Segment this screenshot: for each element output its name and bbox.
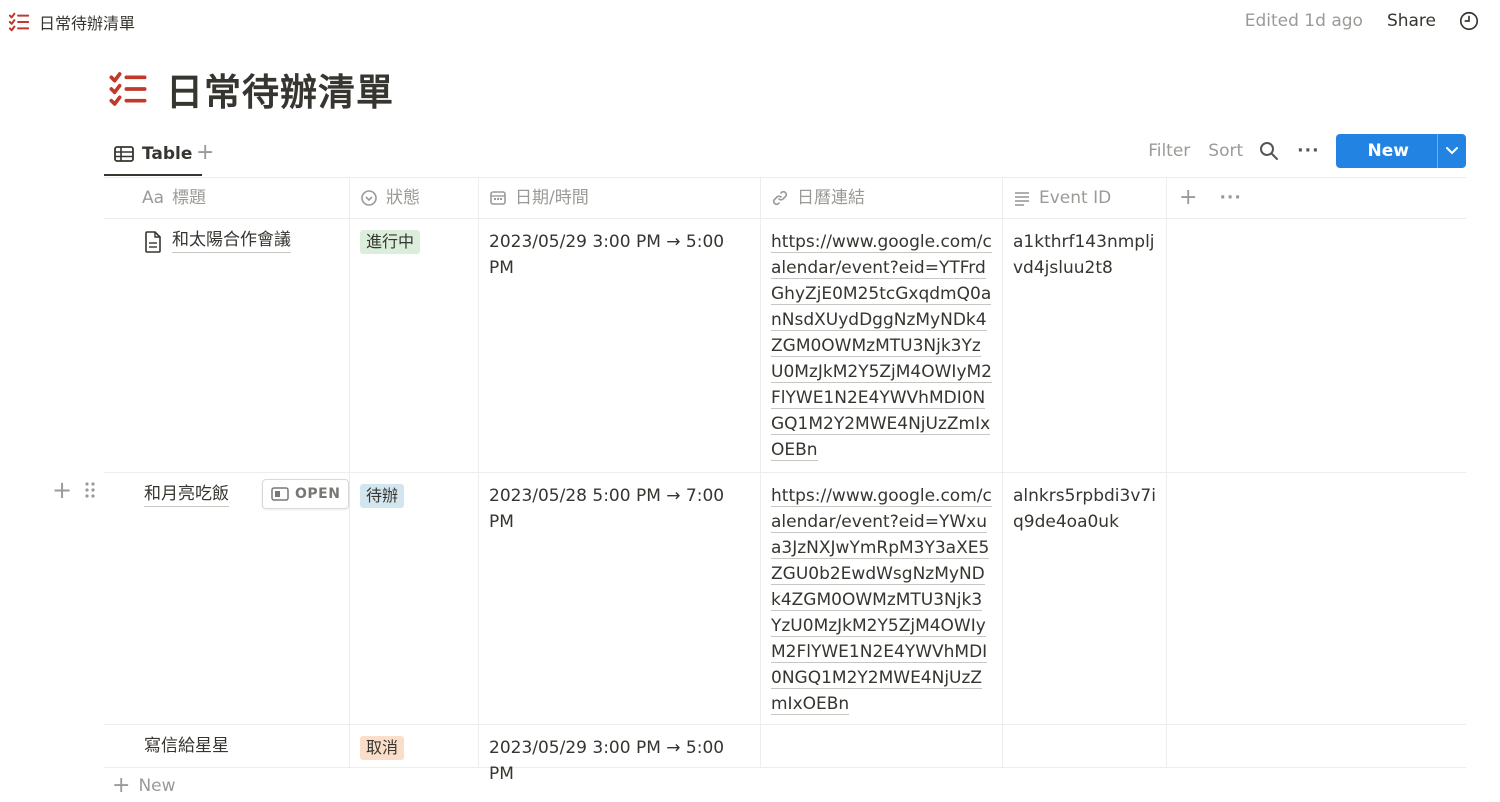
page-title[interactable]: 日常待辦清單	[166, 62, 394, 116]
empty-cell	[1167, 725, 1466, 767]
status-badge: 進行中	[360, 230, 421, 254]
breadcrumb[interactable]: 日常待辦清單	[8, 10, 135, 34]
column-header-label: 日曆連結	[797, 188, 865, 208]
column-header-event-id[interactable]: Event ID	[1003, 178, 1167, 218]
drag-handle-icon[interactable]	[84, 480, 96, 500]
breadcrumb-label: 日常待辦清單	[39, 14, 136, 33]
table-icon	[114, 146, 134, 162]
status-cell[interactable]: 待辦	[350, 473, 479, 724]
title-cell[interactable]: 和月亮吃飯 OPEN	[104, 473, 350, 724]
table-row[interactable]: 和月亮吃飯 OPEN 待辦 2023/05/28 5:00 PM → 7:00 …	[104, 473, 1466, 725]
checklist-icon[interactable]	[108, 69, 148, 109]
add-view-button[interactable]: +	[196, 140, 214, 165]
open-button-label: OPEN	[295, 486, 341, 502]
status-icon	[360, 189, 378, 207]
column-header-label: 狀態	[386, 188, 420, 208]
status-cell[interactable]: 進行中	[350, 219, 479, 472]
column-header-title[interactable]: Aa 標題	[104, 178, 350, 218]
column-header-actions: + ···	[1167, 178, 1466, 218]
chevron-down-icon	[1446, 147, 1458, 155]
text-icon: Aa	[142, 188, 165, 208]
new-row-label: New	[138, 775, 176, 796]
datetime-cell[interactable]: 2023/05/29 3:00 PM → 5:00 PM	[479, 725, 761, 784]
add-column-button[interactable]: +	[1179, 185, 1197, 211]
row-title[interactable]: 和太陽合作會議	[172, 229, 291, 253]
column-header-calendar-link[interactable]: 日曆連結	[761, 178, 1003, 218]
column-header-label: 標題	[172, 188, 207, 208]
event-id-cell[interactable]: alnkrs5rpbdi3v7iq9de4oa0uk	[1003, 473, 1167, 724]
title-cell[interactable]: 寫信給星星	[104, 725, 350, 767]
view-bar: Table + Filter Sort ··· New	[104, 134, 1466, 176]
tab-table-label: Table	[142, 144, 193, 164]
table-row[interactable]: 和太陽合作會議 進行中 2023/05/29 3:00 PM → 5:00 PM…	[104, 219, 1466, 473]
new-dropdown-button[interactable]	[1437, 134, 1466, 168]
view-actions: Filter Sort ··· New	[1148, 134, 1466, 168]
add-row-icon[interactable]: +	[52, 478, 72, 502]
title-cell[interactable]: 和太陽合作會議	[104, 219, 350, 472]
row-gutter: +	[52, 478, 96, 502]
tab-table[interactable]: Table	[104, 134, 203, 176]
sort-button[interactable]: Sort	[1208, 141, 1243, 161]
calendar-link-cell[interactable]	[761, 725, 1003, 767]
page-header: 日常待辦清單	[108, 62, 394, 116]
more-options-button[interactable]: ···	[1297, 141, 1319, 161]
empty-cell	[1167, 473, 1466, 724]
table-header-row: Aa 標題 狀態 日期/時間 日曆連結 Event ID + ···	[104, 177, 1466, 219]
top-bar: 日常待辦清單 Edited 1d ago Share	[0, 0, 1500, 44]
side-peek-icon	[271, 487, 289, 501]
event-id-cell[interactable]: a1kthrf143nmpljvd4jsluu2t8	[1003, 219, 1167, 472]
lines-icon	[1013, 189, 1031, 207]
new-button[interactable]: New	[1335, 134, 1466, 168]
history-clock-icon[interactable]	[1458, 10, 1480, 32]
column-header-label: 日期/時間	[515, 188, 589, 208]
open-page-button[interactable]: OPEN	[262, 479, 350, 509]
column-header-label: Event ID	[1039, 188, 1112, 208]
row-title[interactable]: 寫信給星星	[144, 735, 229, 757]
filter-button[interactable]: Filter	[1148, 141, 1190, 161]
edited-timestamp: Edited 1d ago	[1244, 11, 1363, 31]
add-new-row-button[interactable]: + New	[112, 773, 176, 798]
status-badge: 取消	[360, 736, 405, 760]
column-more-button[interactable]: ···	[1219, 185, 1241, 211]
column-header-datetime[interactable]: 日期/時間	[479, 178, 761, 218]
calendar-link-cell[interactable]: https://www.google.com/calendar/event?ei…	[761, 219, 1003, 472]
status-cell[interactable]: 取消	[350, 725, 479, 767]
search-icon[interactable]	[1259, 141, 1279, 161]
datetime-cell[interactable]: 2023/05/28 5:00 PM → 7:00 PM	[479, 473, 761, 724]
page-icon	[145, 231, 161, 253]
column-header-status[interactable]: 狀態	[350, 178, 479, 218]
empty-cell	[1167, 219, 1466, 472]
calendar-link[interactable]: https://www.google.com/calendar/event?ei…	[771, 486, 992, 715]
plus-icon: +	[112, 773, 131, 798]
calendar-icon	[489, 189, 507, 207]
checklist-icon	[8, 12, 30, 32]
calendar-link[interactable]: https://www.google.com/calendar/event?ei…	[771, 232, 992, 461]
link-icon	[771, 189, 789, 207]
status-badge: 待辦	[360, 484, 405, 508]
row-title[interactable]: 和月亮吃飯	[144, 483, 229, 507]
table-row[interactable]: 寫信給星星 取消 2023/05/29 3:00 PM → 5:00 PM	[104, 725, 1466, 784]
database-table: Aa 標題 狀態 日期/時間 日曆連結 Event ID + ··· 和太陽合作…	[104, 177, 1466, 784]
datetime-cell[interactable]: 2023/05/29 3:00 PM → 5:00 PM	[479, 219, 761, 472]
event-id-cell[interactable]	[1003, 725, 1167, 767]
share-button[interactable]: Share	[1387, 11, 1436, 31]
calendar-link-cell[interactable]: https://www.google.com/calendar/event?ei…	[761, 473, 1003, 724]
new-button-label: New	[1367, 141, 1409, 161]
